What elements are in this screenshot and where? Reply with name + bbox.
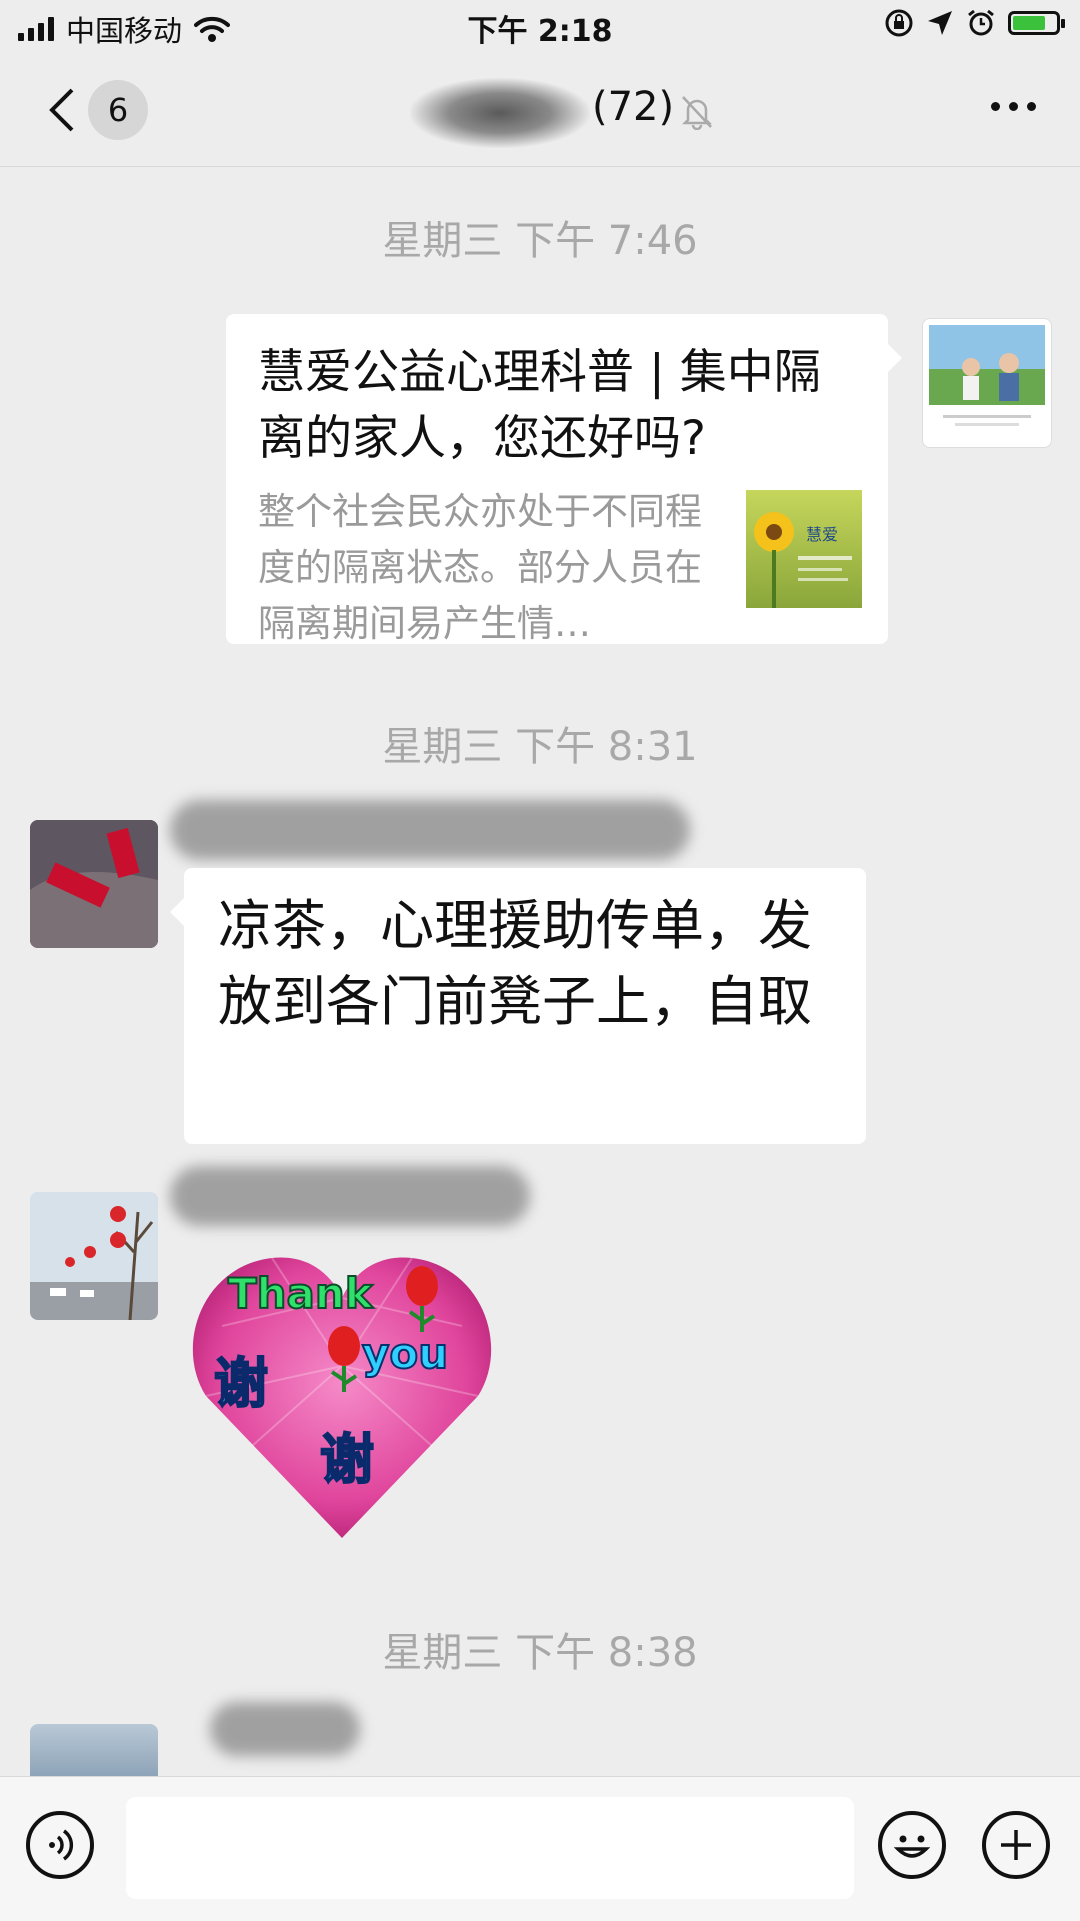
chat-header: 6 (72) [0, 56, 1080, 167]
article-title: 慧爱公益心理科普 | 集中隔离的家人，您还好吗? [258, 345, 821, 466]
thank-you-sticker[interactable]: Thank you 谢 谢 [192, 1246, 492, 1542]
status-bar: 中国移动 下午 2:18 [0, 0, 1080, 56]
unread-count-badge: 6 [88, 80, 148, 140]
message-text: 凉茶，心理援助传单，发放到各门前凳子上，自取 [218, 894, 812, 1033]
battery-icon [1008, 11, 1065, 35]
message-timestamp: 星期三 下午 7:46 [382, 218, 698, 264]
chevron-left-icon [49, 88, 74, 132]
smiley-icon [893, 1835, 931, 1858]
message-input-bar [0, 1776, 1080, 1921]
sticker-char-2: 谢 [320, 1428, 374, 1491]
more-functions-button[interactable] [982, 1811, 1050, 1879]
blurred-sender-name [210, 1702, 360, 1756]
my-avatar[interactable] [922, 318, 1052, 448]
sender-avatar[interactable] [30, 820, 158, 948]
sender-avatar[interactable] [30, 1192, 158, 1320]
blurred-sender-name [170, 1166, 530, 1226]
voice-icon [49, 1829, 74, 1861]
article-thumbnail: 慧爱 [746, 490, 862, 608]
back-button[interactable]: 6 [48, 80, 148, 140]
voice-input-button[interactable] [26, 1811, 94, 1879]
sticker-text-you: you [362, 1329, 448, 1378]
message-timestamp: 星期三 下午 8:31 [382, 724, 698, 770]
article-description: 整个社会民众亦处于不同程度的隔离状态。部分人员在隔离期间易产生情… [258, 490, 702, 645]
text-message-bubble[interactable]: 凉茶，心理援助传单，发放到各门前凳子上，自取 [170, 868, 866, 1144]
muted-bell-icon [681, 96, 713, 130]
more-options-button[interactable] [991, 102, 1036, 111]
plus-icon [1001, 1830, 1031, 1860]
blurred-group-name [410, 78, 590, 148]
sticker-text-thank: Thank [228, 1269, 374, 1318]
alarm-icon [968, 9, 994, 36]
group-member-count: (72) [592, 84, 675, 130]
message-timestamp: 星期三 下午 8:38 [382, 1630, 698, 1676]
emoji-button[interactable] [878, 1811, 946, 1879]
location-icon [928, 11, 952, 35]
article-thumb-brand: 慧爱 [806, 525, 838, 544]
message-input[interactable] [126, 1797, 854, 1899]
blurred-sender-name [170, 800, 690, 860]
sender-avatar[interactable] [30, 1724, 158, 1776]
sticker-char-1: 谢 [214, 1352, 268, 1415]
orientation-lock-icon [885, 9, 913, 37]
article-card[interactable]: 慧爱公益心理科普 | 集中隔离的家人，您还好吗? 整个社会民众亦处于不同程度的隔… [226, 314, 902, 645]
